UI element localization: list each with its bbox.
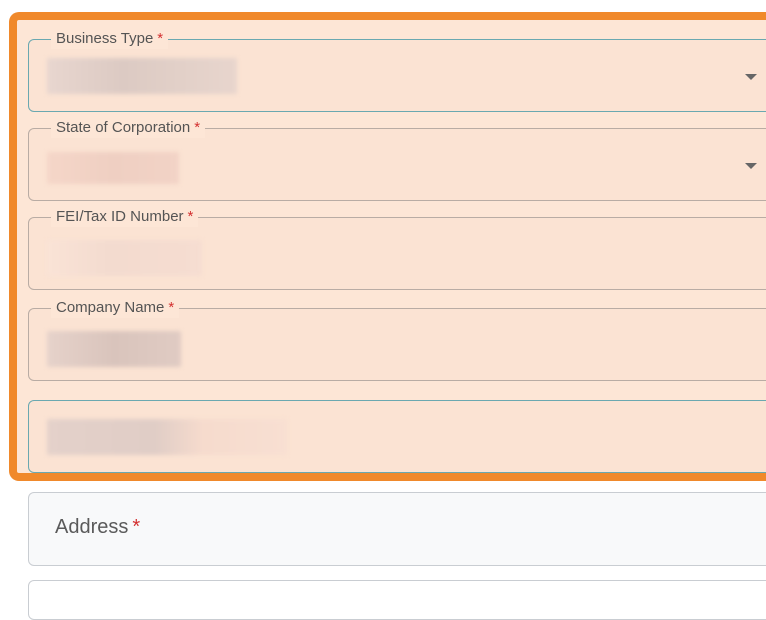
required-mark: * <box>157 30 164 47</box>
state-of-corporation-select[interactable]: State of Corporation * <box>28 118 766 201</box>
fei-tax-id-value-redacted <box>47 240 202 276</box>
required-mark: * <box>194 119 201 136</box>
next-input[interactable] <box>28 580 766 620</box>
chevron-down-icon[interactable] <box>745 163 757 169</box>
address-line-value-redacted <box>47 419 287 455</box>
state-of-corporation-label: State of Corporation * <box>51 118 206 138</box>
business-type-value-redacted <box>47 58 237 94</box>
business-type-select[interactable]: Business Type * <box>28 29 766 112</box>
company-name-value-redacted <box>47 331 181 367</box>
fei-tax-id-label: FEI/Tax ID Number * <box>51 207 199 227</box>
company-name-input[interactable]: Company Name * <box>28 298 766 381</box>
fei-tax-id-input[interactable]: FEI/Tax ID Number * <box>28 207 766 290</box>
state-of-corporation-value-redacted <box>47 152 179 184</box>
business-type-label: Business Type * <box>51 29 169 49</box>
address-placeholder: Address * <box>55 516 141 538</box>
required-mark: * <box>168 299 175 316</box>
address-line-input[interactable] <box>28 400 766 473</box>
required-mark: * <box>132 516 141 538</box>
address-input[interactable]: Address * <box>28 492 766 566</box>
company-name-label: Company Name * <box>51 298 180 318</box>
chevron-down-icon[interactable] <box>745 74 757 80</box>
required-mark: * <box>187 208 194 225</box>
